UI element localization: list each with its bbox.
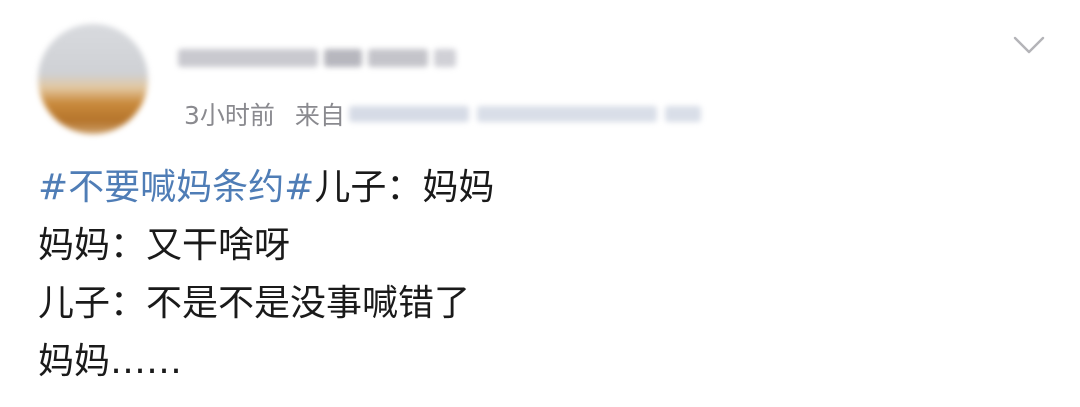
post-content: #不要喊妈条约#儿子：妈妈 妈妈：又干啥呀 儿子：不是不是没事喊错了 妈妈……	[38, 160, 494, 392]
post-source-label: 来自	[294, 101, 345, 130]
redacted-source	[348, 106, 701, 122]
redacted-username-part	[178, 49, 318, 67]
post-line: 妈妈：又干啥呀	[38, 225, 291, 266]
avatar[interactable]	[38, 24, 148, 134]
redacted-badge-icon	[434, 49, 456, 67]
redacted-username-part	[324, 49, 362, 67]
post-line: 妈妈……	[38, 341, 183, 382]
redacted-source-part	[664, 106, 701, 122]
redacted-username-part	[368, 49, 428, 67]
username-blurred[interactable]	[178, 40, 456, 76]
chevron-down-icon[interactable]	[1012, 34, 1046, 56]
post-line: 儿子：不是不是没事喊错了	[38, 283, 471, 324]
redacted-source-part	[476, 106, 657, 122]
weibo-post-card: 3小时前 来自 #不要喊妈条约#儿子：妈妈 妈妈：又干啥呀 儿子：不是不是没事喊…	[0, 0, 1080, 407]
post-line-text: 儿子：妈妈	[314, 167, 495, 208]
redacted-source-part	[348, 106, 469, 122]
post-line: #不要喊妈条约#儿子：妈妈	[38, 160, 494, 218]
post-time: 3小时前	[184, 101, 275, 130]
post-meta: 3小时前 来自	[184, 94, 701, 134]
hashtag-link[interactable]: #不要喊妈条约#	[38, 167, 314, 208]
